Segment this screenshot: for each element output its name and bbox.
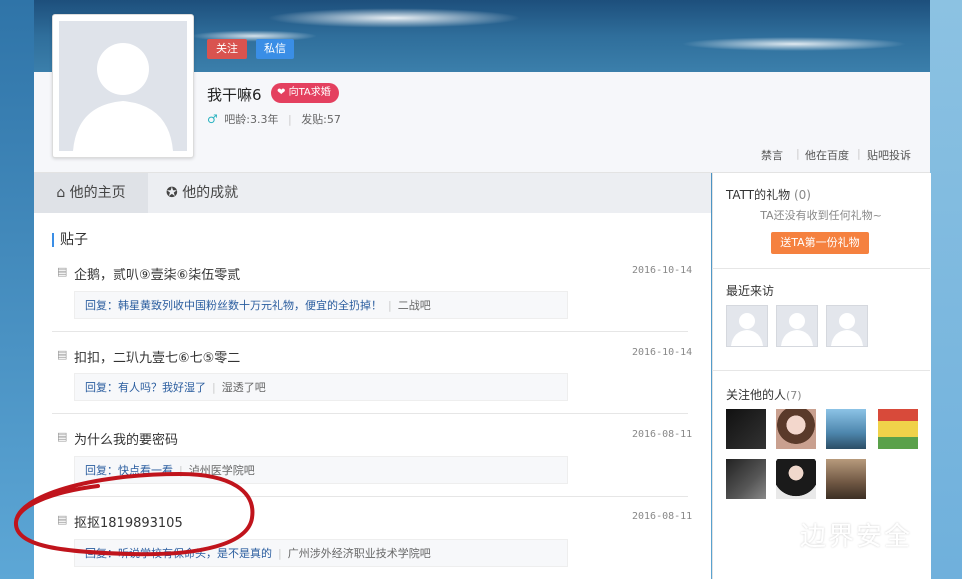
recent-visitors-title: 最近来访 [726,284,775,298]
avatar[interactable] [52,14,194,158]
followers-count: (7) [786,389,802,402]
gifts-empty-text: TA还没有收到任何礼物~ [760,209,882,222]
tab-home-label: 他的主页 [69,185,126,201]
baidu-profile-link[interactable]: 他在百度 [805,147,849,163]
reply-prefix: 回复： [85,381,118,394]
post-divider [52,413,688,414]
tab-achievements[interactable]: ✪ 他的成就 [166,173,238,213]
message-button[interactable]: 私信 [256,39,294,59]
follow-button[interactable]: 关注 [207,39,247,59]
visitor-avatar[interactable] [776,305,818,347]
bar-age: 吧龄:3.3年 [224,113,279,126]
follower-avatar[interactable] [878,409,918,449]
post-date: 2016-08-11 [632,511,693,522]
post-count: 发贴:57 [301,113,341,126]
link-divider: | [796,147,800,160]
follower-avatar[interactable] [776,409,816,449]
post-date: 2016-10-14 [632,347,693,358]
bar-link[interactable]: 湿透了吧 [222,381,266,394]
home-icon: ⌂ [56,185,66,201]
post-date: 2016-08-11 [632,429,693,440]
reply-text: 韩星黄致列收中国粉丝数十万元礼物，便宜的全扔掉！ [118,299,382,312]
sidebar-divider [712,268,930,269]
reply-preview[interactable]: 回复：有人吗？我好湿了 | 湿透了吧 [74,373,568,401]
post-icon: ▤ [57,265,68,278]
watermark-text: 边界安全 [800,522,913,552]
visitor-avatar[interactable] [726,305,768,347]
reply-prefix: 回复： [85,299,118,312]
post-divider [52,331,688,332]
meta-divider: | [287,113,292,126]
annotation-circle [14,471,255,557]
default-avatar-icon [59,21,187,151]
username: 我干嘛6 [207,86,262,104]
section-title: 贴子 [52,233,88,247]
gifts-title: TATT的礼物 (0) [726,188,811,202]
follower-avatar[interactable] [826,459,866,499]
followers-title: 关注他的人(7) [726,388,802,402]
post-title[interactable]: 为什么我的要密码 [74,429,178,448]
ban-link[interactable]: 禁言 [761,147,783,163]
follower-avatar[interactable] [726,409,766,449]
post-icon: ▤ [57,348,68,361]
follower-avatar[interactable] [776,459,816,499]
send-gift-button[interactable]: 送TA第一份礼物 [771,232,869,254]
post-icon: ▤ [57,430,68,443]
gifts-count: (0) [793,188,811,202]
reply-text: 有人吗？我好湿了 [118,381,206,394]
wechat-icon [753,518,790,547]
post-title[interactable]: 企鹅，贰叭⑨壹柒⑥柒伍零贰 [74,264,240,283]
male-gender-icon: ♂ [207,112,218,126]
profile-tabs: ⌂ 他的主页 ✪ 他的成就 [34,173,711,214]
tab-achievements-label: 他的成就 [182,185,239,201]
bar-link[interactable]: 广州涉外经济职业技术学院吧 [288,547,431,560]
sidebar-divider [712,370,930,371]
heart-icon: ❤ [277,87,286,98]
ocean-background-right [930,0,962,579]
post-title[interactable]: 扣扣，二玐九壹七⑥七⑤零二 [74,347,240,366]
reply-preview[interactable]: 回复：韩星黄致列收中国粉丝数十万元礼物，便宜的全扔掉！ | 二战吧 [74,291,568,319]
propose-label: 向TA求婚 [288,87,331,98]
bar-link[interactable]: 二战吧 [398,299,431,312]
report-link[interactable]: 贴吧投诉 [867,147,911,163]
follower-avatar[interactable] [726,459,766,499]
post-date: 2016-10-14 [632,265,693,276]
link-divider: | [857,147,861,160]
follower-avatar[interactable] [826,409,866,449]
user-meta: ♂ 吧龄:3.3年 | 发贴:57 [207,111,341,127]
propose-button[interactable]: ❤ 向TA求婚 [271,83,339,103]
achievement-icon: ✪ [166,185,178,201]
visitor-avatar[interactable] [826,305,868,347]
tab-home[interactable]: ⌂ 他的主页 [34,173,148,213]
